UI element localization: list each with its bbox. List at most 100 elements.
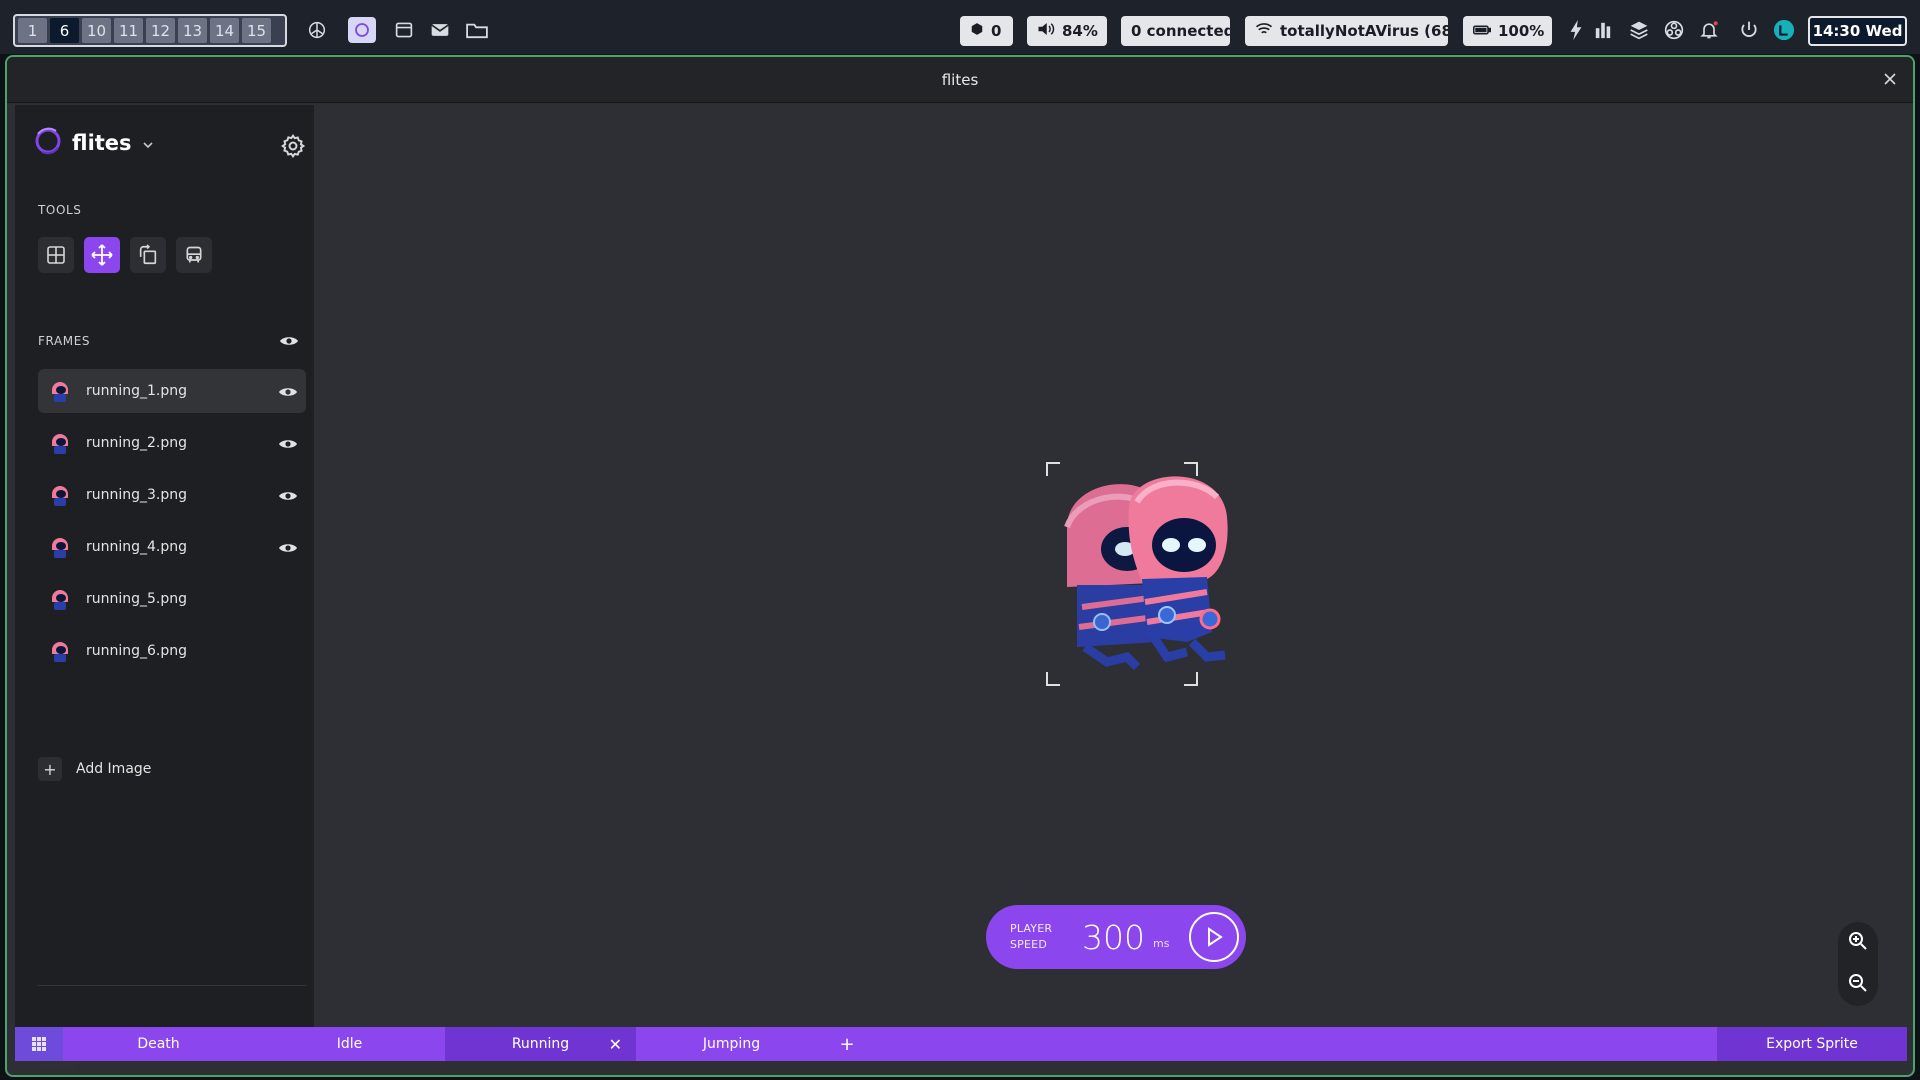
- workspace-13[interactable]: 13: [178, 18, 207, 43]
- user-avatar-icon[interactable]: [1773, 19, 1795, 41]
- play-button[interactable]: [1189, 912, 1239, 962]
- battery-pill[interactable]: 100%: [1463, 16, 1552, 46]
- add-tab-button[interactable]: +: [827, 1027, 867, 1061]
- power-icon[interactable]: [1738, 19, 1760, 41]
- openai-icon[interactable]: [303, 17, 331, 43]
- zoom-out-icon[interactable]: [1848, 973, 1868, 997]
- workspace-14[interactable]: 14: [210, 18, 239, 43]
- mail-icon[interactable]: [426, 17, 454, 43]
- app-switcher[interactable]: flites: [32, 125, 154, 161]
- player-controls: PLAYER SPEED 300 ms: [986, 905, 1246, 969]
- package-icon: [970, 22, 984, 40]
- clock[interactable]: 14:30 Wed: [1808, 16, 1907, 46]
- app-name: flites: [72, 131, 132, 155]
- move-tool-button[interactable]: [84, 237, 120, 273]
- wifi-icon: [1255, 22, 1273, 40]
- export-sprite-button[interactable]: Export Sprite: [1717, 1027, 1907, 1061]
- flites-logo-icon: [32, 125, 66, 161]
- play-icon: [1208, 927, 1223, 947]
- frame-list: running_1.png running_2.png running_3.pn…: [38, 369, 306, 681]
- folder-icon[interactable]: [463, 17, 491, 43]
- obs-icon[interactable]: [1663, 19, 1685, 41]
- tab-death[interactable]: Death: [63, 1027, 254, 1061]
- workspace-10[interactable]: 10: [82, 18, 111, 43]
- app-window: flites flites TOOLS FRAMES running_1.png…: [5, 55, 1915, 1077]
- power-mode-icon[interactable]: [1565, 19, 1587, 41]
- frame-item[interactable]: running_3.png: [38, 473, 306, 517]
- volume-pill[interactable]: 84%: [1027, 16, 1107, 46]
- tools-heading: TOOLS: [38, 203, 82, 217]
- eye-icon[interactable]: [278, 436, 298, 450]
- player-speed-label-line1: PLAYER: [1010, 922, 1053, 935]
- gear-icon[interactable]: [280, 133, 306, 159]
- grid-icon: [32, 1037, 46, 1051]
- bluetooth-status: 0 connected: [1131, 22, 1230, 40]
- tab-running-label: Running: [511, 1036, 570, 1052]
- sprite-thumbnail: [52, 538, 68, 558]
- sprite-canvas[interactable]: PLAYER SPEED 300 ms: [314, 105, 1913, 1027]
- eye-icon[interactable]: [278, 540, 298, 554]
- tool-palette: [38, 237, 212, 273]
- animation-tab-bar: Death Idle Running ✕ Jumping + Export Sp…: [15, 1027, 1907, 1061]
- eye-icon[interactable]: [278, 488, 298, 502]
- frame-name: running_6.png: [86, 643, 188, 659]
- zoom-in-icon[interactable]: [1848, 931, 1868, 955]
- window-titlebar: flites: [7, 57, 1913, 103]
- grid-tool-button[interactable]: [38, 237, 74, 273]
- volume-icon: [1037, 21, 1055, 41]
- selection-box[interactable]: [1046, 462, 1198, 686]
- chevron-down-icon: [142, 134, 154, 153]
- frame-item[interactable]: running_6.png: [38, 629, 306, 673]
- layers-icon[interactable]: [1628, 19, 1650, 41]
- close-icon[interactable]: [1879, 68, 1901, 90]
- sprite-thumbnail: [52, 382, 68, 402]
- battery-icon: [1473, 22, 1491, 40]
- bus-tool-button[interactable]: [176, 237, 212, 273]
- frame-name: running_2.png: [86, 435, 188, 451]
- tab-idle[interactable]: Idle: [254, 1027, 445, 1061]
- plus-icon: +: [839, 1033, 855, 1055]
- rotate-tool-button[interactable]: [130, 237, 166, 273]
- tab-jumping[interactable]: Jumping: [636, 1027, 827, 1061]
- workspace-15[interactable]: 15: [242, 18, 271, 43]
- window-icon[interactable]: [390, 17, 418, 43]
- stats-icon[interactable]: [1592, 19, 1614, 41]
- wifi-ssid: totallyNotAVirus (68...: [1280, 22, 1448, 40]
- grid-icon: [47, 246, 65, 264]
- frame-item[interactable]: running_4.png: [38, 525, 306, 569]
- sidebar: flites TOOLS FRAMES running_1.png runnin…: [15, 105, 314, 1070]
- player-speed-value[interactable]: 300: [1082, 918, 1145, 957]
- player-speed-label-line2: SPEED: [1010, 938, 1047, 951]
- selection-handle[interactable]: [1184, 672, 1198, 686]
- workspace-1[interactable]: 1: [18, 18, 47, 43]
- flites-icon[interactable]: [348, 17, 376, 43]
- grid-view-button[interactable]: [15, 1027, 63, 1061]
- frame-item[interactable]: running_5.png: [38, 577, 306, 621]
- wifi-pill[interactable]: totallyNotAVirus (68...: [1245, 16, 1448, 46]
- workspace-6[interactable]: 6: [50, 18, 79, 43]
- plus-icon: +: [38, 757, 62, 781]
- zoom-controls: [1838, 922, 1878, 1006]
- bluetooth-pill[interactable]: 0 connected: [1121, 16, 1230, 46]
- updates-count: 0: [991, 22, 1002, 40]
- eye-icon[interactable]: [278, 384, 298, 398]
- frame-item[interactable]: running_1.png: [38, 369, 306, 413]
- workspace-11[interactable]: 11: [114, 18, 143, 43]
- updates-pill[interactable]: 0: [960, 16, 1013, 46]
- notification-bell-icon[interactable]: [1698, 19, 1720, 41]
- selection-handle[interactable]: [1046, 672, 1060, 686]
- tab-running[interactable]: Running ✕: [445, 1027, 636, 1061]
- close-icon[interactable]: ✕: [609, 1035, 622, 1054]
- frame-name: running_5.png: [86, 591, 188, 607]
- frame-name: running_1.png: [86, 383, 188, 399]
- add-image-button[interactable]: + Add Image: [38, 757, 151, 781]
- selection-handle[interactable]: [1184, 462, 1198, 476]
- bus-icon: [186, 246, 202, 263]
- move-icon: [91, 244, 113, 266]
- workspace-12[interactable]: 12: [146, 18, 175, 43]
- selection-handle[interactable]: [1046, 462, 1060, 476]
- frame-item[interactable]: running_2.png: [38, 421, 306, 465]
- divider: [38, 985, 306, 986]
- eye-icon[interactable]: [279, 333, 299, 347]
- sprite-thumbnail: [52, 642, 68, 662]
